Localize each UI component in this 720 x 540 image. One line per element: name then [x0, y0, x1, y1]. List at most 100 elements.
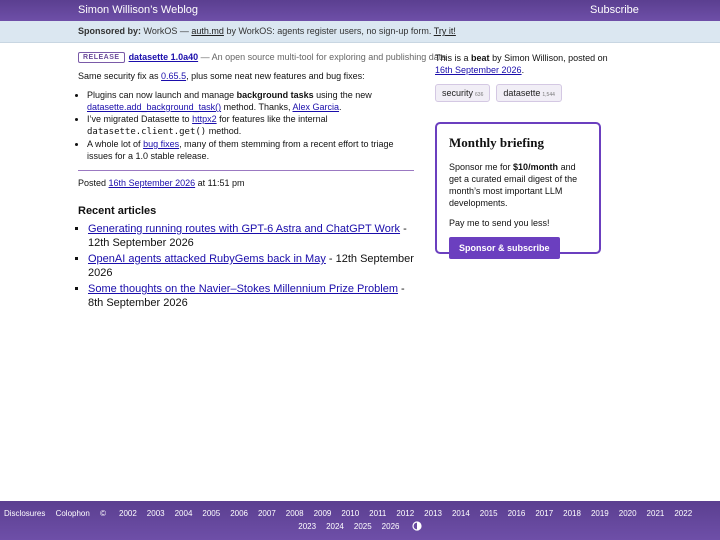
year-link[interactable]: 2003	[147, 509, 165, 518]
note-text: I’ve migrated Datasette to	[87, 114, 190, 124]
posted-line: Posted 16th September 2026 at 11:51 pm	[78, 178, 414, 188]
tag-datasette[interactable]: datasette 1,544	[496, 84, 562, 102]
beat-bold: beat	[471, 53, 490, 63]
year-link[interactable]: 2004	[175, 509, 193, 518]
briefing-text-part: Sponsor me for	[449, 162, 511, 172]
article-link[interactable]: OpenAI agents attacked RubyGems back in …	[88, 253, 326, 265]
sponsor-description: by WorkOS: agents register users, no sig…	[226, 26, 432, 36]
year-link[interactable]: 2005	[202, 509, 220, 518]
site-title-link[interactable]: Simon Willison’s Weblog	[78, 4, 198, 16]
note-text: for features like the internal	[219, 114, 328, 124]
tag-security[interactable]: security 636	[435, 84, 491, 102]
briefing-title: Monthly briefing	[449, 135, 544, 150]
release-notes-list: Plugins can now launch and manage backgr…	[78, 89, 414, 162]
recent-articles-heading: Recent articles	[78, 205, 157, 217]
entry-title-link[interactable]: datasette 1.0a40	[129, 52, 199, 62]
recent-articles-list: Generating running routes with GPT-6 Ast…	[78, 222, 414, 310]
list-item: A whole lot of bug fixes, many of them s…	[87, 138, 414, 162]
year-link[interactable]: 2025	[354, 522, 372, 531]
year-link[interactable]: 2023	[298, 522, 316, 531]
entry-header: RELEASE datasette 1.0a40 — An open source…	[78, 52, 446, 63]
sponsor-text: WorkOS —	[143, 26, 189, 36]
year-link[interactable]: 2013	[424, 509, 442, 518]
year-link[interactable]: 2026	[382, 522, 400, 531]
tag-label: security	[442, 88, 474, 98]
note-text: method. Thanks,	[223, 102, 291, 112]
posted-date-link[interactable]: 16th September 2026	[109, 178, 196, 188]
article-link[interactable]: Generating running routes with GPT-6 Ast…	[88, 223, 400, 235]
year-link[interactable]: 2018	[563, 509, 581, 518]
briefing-price: $10/month	[513, 162, 559, 172]
year-link[interactable]: 2008	[286, 509, 304, 518]
site-footer: Disclosures Colophon © 2002 2003 2004 2005 2…	[0, 501, 720, 540]
year-link[interactable]: 2024	[326, 522, 344, 531]
site-header: Simon Willison’s Weblog Subscribe	[0, 0, 720, 21]
code-snippet: datasette.client.get()	[87, 127, 207, 137]
contributor-link[interactable]: Alex Garcia	[293, 102, 340, 112]
year-link[interactable]: 2010	[341, 509, 359, 518]
divider	[78, 170, 414, 171]
year-link[interactable]: 2011	[369, 509, 386, 518]
year-link[interactable]: 2014	[452, 509, 470, 518]
beat-text: .	[521, 65, 525, 75]
year-link[interactable]: 2015	[480, 509, 498, 518]
beat-date-link[interactable]: 16th September 2026	[435, 65, 522, 75]
disclosures-link[interactable]: Disclosures	[4, 509, 45, 518]
tag-list: security 636 datasette 1,544	[435, 84, 615, 102]
beat-text: This is a	[435, 53, 469, 63]
note-text: method.	[208, 126, 242, 136]
briefing-text: Sponsor me for $10/month and get a curat…	[449, 161, 587, 209]
subscribe-link[interactable]: Subscribe	[590, 4, 639, 16]
version-link[interactable]: 0.65.5	[161, 71, 186, 81]
colophon-link[interactable]: Colophon	[56, 509, 90, 518]
briefing-pay-text: Pay me to send you less!	[449, 218, 550, 228]
bug-fixes-link[interactable]: bug fixes	[143, 139, 179, 149]
monthly-briefing-box: Monthly briefing Sponsor me for $10/mont…	[435, 122, 601, 259]
list-item: Some thoughts on the Navier–Stokes Mille…	[88, 282, 414, 310]
note-bold: background tasks	[236, 90, 314, 100]
year-link[interactable]: 2019	[591, 509, 609, 518]
note-text: .	[339, 102, 342, 112]
note-text: A whole lot of	[87, 139, 141, 149]
note-text: using the new	[316, 90, 372, 100]
intro-text-end: , plus some neat new features and bug fi…	[186, 71, 365, 81]
tag-count: 636	[475, 92, 484, 98]
year-links-row-1: 2002 2003 2004 2005 2006 2007 2008 2009 2010 2011…	[110, 509, 720, 518]
entry-subtitle: — An open source multi-tool for explorin…	[200, 52, 447, 62]
year-link[interactable]: 2007	[258, 509, 276, 518]
year-link[interactable]: 2017	[535, 509, 553, 518]
year-link[interactable]: 2006	[230, 509, 248, 518]
list-item: I’ve migrated Datasette to httpx2 for fe…	[87, 113, 414, 138]
release-badge: RELEASE	[78, 52, 125, 63]
copyright-symbol: ©	[100, 509, 106, 518]
contrast-icon[interactable]	[412, 521, 422, 533]
tag-count: 1,544	[542, 92, 555, 98]
year-links-row-2: 2023 2024 2025 2026	[0, 521, 720, 533]
sponsor-link[interactable]: auth.md	[191, 26, 224, 36]
httpx2-link[interactable]: httpx2	[192, 114, 217, 124]
beat-info: This is a beat by Simon Willison, posted…	[435, 52, 615, 76]
list-item: Plugins can now launch and manage backgr…	[87, 89, 414, 113]
sponsor-cta-link[interactable]: Try it!	[434, 26, 456, 36]
sponsor-subscribe-button[interactable]: Sponsor & subscribe	[449, 237, 560, 259]
api-doc-link[interactable]: datasette.add_background_task()	[87, 102, 221, 112]
list-item: Generating running routes with GPT-6 Ast…	[88, 222, 414, 250]
year-link[interactable]: 2002	[119, 509, 137, 518]
list-item: OpenAI agents attacked RubyGems back in …	[88, 252, 414, 280]
note-text: Plugins can now launch and manage	[87, 90, 235, 100]
main-content: RELEASE datasette 1.0a40 — An open source…	[78, 52, 446, 312]
year-link[interactable]: 2020	[619, 509, 637, 518]
year-link[interactable]: 2021	[647, 509, 665, 518]
article-link[interactable]: Some thoughts on the Navier–Stokes Mille…	[88, 283, 398, 295]
sponsor-label: Sponsored by:	[78, 26, 142, 36]
entry-intro: Same security fix as 0.65.5, plus some n…	[78, 70, 414, 82]
footer-links: Disclosures Colophon ©	[4, 509, 106, 518]
year-link[interactable]: 2009	[314, 509, 332, 518]
year-link[interactable]: 2012	[396, 509, 414, 518]
year-link[interactable]: 2022	[674, 509, 692, 518]
year-link[interactable]: 2016	[508, 509, 526, 518]
beat-text: by Simon Willison, posted on	[492, 53, 608, 63]
intro-text: Same security fix as	[78, 71, 159, 81]
posted-time: at 11:51 pm	[197, 178, 245, 188]
sponsor-banner: Sponsored by: WorkOS — auth.md by WorkOS…	[0, 21, 720, 43]
